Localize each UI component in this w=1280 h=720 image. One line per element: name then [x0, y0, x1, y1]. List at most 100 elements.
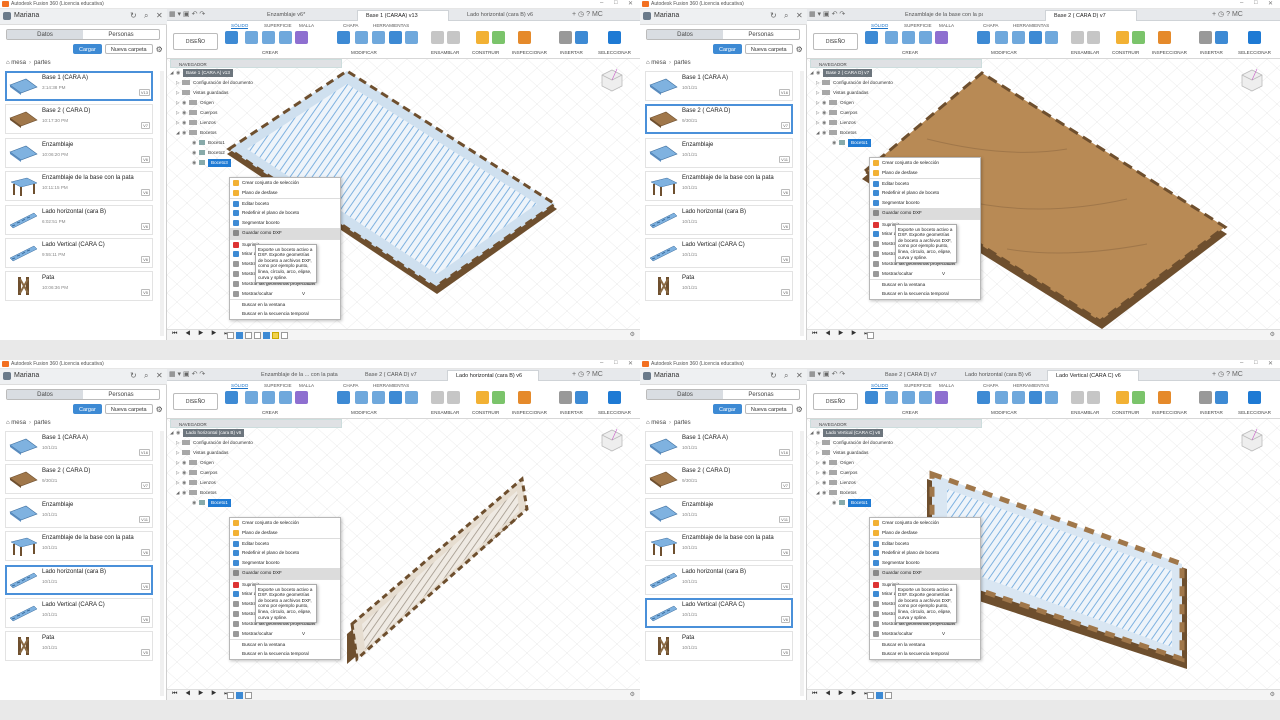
context-menu-item[interactable]: Guardar como DXF [870, 208, 980, 219]
ribbon-group-label[interactable]: ENSAMBLAR [431, 410, 459, 415]
tab-data[interactable]: Datos [7, 390, 83, 399]
context-menu-item[interactable]: Plano de desfase [870, 528, 980, 538]
file-item[interactable]: Enzamblaje de la base con la pata 10/1/21… [645, 531, 793, 562]
context-menu-item[interactable]: Plano de desfase [230, 528, 340, 538]
search-icon[interactable]: ⌕ [144, 11, 148, 21]
file-item[interactable]: Pata 10:06:36 PM V5 [5, 271, 153, 302]
timeline-feature[interactable] [245, 692, 252, 699]
new-sketch-icon[interactable] [865, 31, 878, 44]
navigator-row[interactable]: ▷ ◉ Cuerpos [170, 468, 342, 478]
ribbon-group-label[interactable]: CREAR [902, 50, 918, 55]
ribbon-tab[interactable]: SUPERFICIE [904, 23, 932, 28]
navigator-row[interactable]: ▷ ◉ Lienzos [810, 118, 982, 128]
ribbon-tab[interactable]: MALLA [299, 383, 314, 388]
ribbon-tab[interactable]: SUPERFICIE [264, 23, 292, 28]
refresh-icon[interactable]: ↻ [130, 371, 137, 380]
version-badge[interactable]: V6 [781, 549, 790, 557]
upload-button[interactable]: Cargar [713, 404, 742, 414]
context-menu-item[interactable]: Buscar en la secuencia temporal [870, 289, 980, 299]
timeline-settings-icon[interactable]: ⚙ [630, 691, 635, 698]
ribbon-group-label[interactable]: CREAR [262, 410, 278, 415]
file-item[interactable]: Lado horizontal (cara B) 6:02:51 PM V6 [5, 204, 153, 235]
context-menu-item[interactable]: Guardar como DXF [870, 568, 980, 579]
ribbon-tab[interactable]: SÓLIDO [871, 383, 889, 389]
file-item[interactable]: Base 1 (CARA A) 10/1/21 V16 [645, 431, 793, 461]
ribbon-tab[interactable]: CHAPA [343, 383, 359, 388]
ribbon-tab[interactable]: SUPERFICIE [264, 383, 292, 388]
view-cube[interactable] [599, 427, 625, 453]
file-item[interactable]: Pata 10/1/21 V5 [5, 631, 153, 662]
form-icon[interactable] [295, 391, 308, 404]
scrollbar[interactable] [800, 431, 804, 696]
move-icon[interactable] [1029, 31, 1042, 44]
timeline-playback-controls[interactable]: ⏮ ◀ ▶ ▶ ⏭ [172, 691, 233, 698]
search-icon[interactable]: ⌕ [784, 11, 788, 21]
context-menu-item[interactable]: Buscar en la secuencia temporal [230, 309, 340, 319]
navigator-row[interactable]: ▷ Configuración del documento [170, 78, 342, 88]
navigator-row[interactable]: ◢ ◉ Bocetos [170, 128, 342, 138]
navigator-row[interactable]: ▷ Vistas guardadas [170, 88, 342, 98]
navigator-row[interactable]: ▷ Vistas guardadas [810, 448, 982, 458]
context-menu-item[interactable]: Crear conjunto de selección [870, 158, 980, 168]
navigator-row[interactable]: ▷ ◉ Cuerpos [810, 468, 982, 478]
minimize-icon[interactable]: – [600, 0, 603, 6]
ribbon-group-label[interactable]: INSERTAR [1200, 50, 1223, 55]
view-cube[interactable] [599, 67, 625, 93]
context-menu-item[interactable]: Guardar como DXF [230, 228, 340, 239]
offset-plane-icon[interactable] [476, 391, 489, 404]
navigator-row[interactable]: ▷ ◉ Lienzos [810, 478, 982, 488]
breadcrumb-item[interactable]: mesa [651, 60, 666, 66]
select-icon[interactable] [608, 31, 621, 44]
breadcrumb-item[interactable]: mesa [11, 60, 26, 66]
timeline-feature[interactable] [245, 332, 252, 339]
ribbon-group-label[interactable]: INSERTAR [560, 50, 583, 55]
file-item[interactable]: Base 1 (CARA A) 10/1/21 V16 [645, 71, 793, 101]
fillet-icon[interactable] [995, 391, 1008, 404]
search-icon[interactable]: ⌕ [784, 371, 788, 381]
breadcrumb-item[interactable]: mesa [11, 420, 26, 426]
navigator-row[interactable]: ▷ Configuración del documento [170, 438, 342, 448]
upload-button[interactable]: Cargar [73, 404, 102, 414]
select-icon[interactable] [1248, 31, 1261, 44]
user-name[interactable]: Mariana [14, 372, 39, 379]
quick-access-toolbar[interactable]: ▦ ▾ ▣ ↶ ↷ [809, 370, 845, 378]
version-badge[interactable]: V16 [778, 449, 790, 456]
insert-image-icon[interactable] [1199, 391, 1212, 404]
ribbon-group-label[interactable]: MODIFICAR [351, 410, 377, 415]
ribbon-group-label[interactable]: INSPECCIONAR [1152, 410, 1187, 415]
maximize-icon[interactable]: □ [614, 360, 618, 366]
joint-icon[interactable] [431, 31, 444, 44]
align-icon[interactable] [1045, 31, 1058, 44]
ribbon-group-label[interactable]: MODIFICAR [351, 50, 377, 55]
timeline-feature[interactable] [263, 332, 270, 339]
file-item[interactable]: Lado Vertical (CARA C) 9:55:11 PM V6 [5, 237, 153, 268]
scrollbar[interactable] [160, 431, 164, 696]
ribbon-group-label[interactable]: INSERTAR [1200, 410, 1223, 415]
scrollbar[interactable] [800, 71, 804, 336]
version-badge[interactable]: V6 [141, 155, 150, 163]
form-icon[interactable] [935, 31, 948, 44]
navigator-row[interactable]: ▷ ◉ Lienzos [170, 118, 342, 128]
user-name[interactable]: Mariana [654, 12, 679, 19]
ribbon-group-label[interactable]: CONSTRUIR [472, 410, 499, 415]
decal-icon[interactable] [1215, 391, 1228, 404]
select-icon[interactable] [1248, 391, 1261, 404]
context-menu-item[interactable]: Segmentar boceto [870, 198, 980, 208]
extrude-icon[interactable] [885, 391, 898, 404]
refresh-icon[interactable]: ↻ [770, 11, 777, 20]
file-item[interactable]: Lado Vertical (CARA C) 10/1/21 V6 [645, 237, 793, 268]
document-tab[interactable]: Lado Vertical (CARA C) v6 [1047, 370, 1139, 381]
form-icon[interactable] [295, 31, 308, 44]
breadcrumb-item[interactable]: partes [674, 60, 691, 66]
file-item[interactable]: Enzamblaje de la base con la pata 10/1/21… [645, 171, 793, 202]
sketch-name[interactable]: Boceto1 [208, 499, 231, 507]
ribbon-group-label[interactable]: SELECCIONAR [598, 410, 631, 415]
context-menu-item[interactable]: Buscar en la secuencia temporal [870, 649, 980, 659]
press-pull-icon[interactable] [337, 391, 350, 404]
navigator-header[interactable]: NAVEGADOR [170, 419, 342, 428]
context-menu-item[interactable]: Mostrar/ocultar V [870, 629, 980, 639]
file-item[interactable]: Pata 10/1/21 V5 [645, 631, 793, 662]
user-initials[interactable]: MC [1232, 11, 1243, 18]
decal-icon[interactable] [575, 31, 588, 44]
axis-icon[interactable] [492, 31, 505, 44]
